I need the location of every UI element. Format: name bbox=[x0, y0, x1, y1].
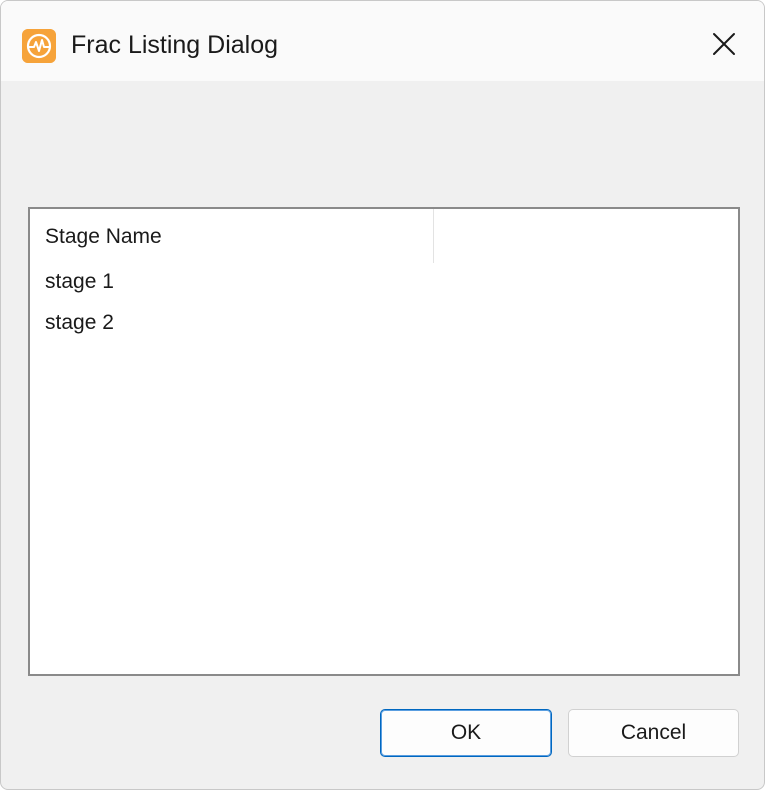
column-header-empty[interactable] bbox=[434, 209, 738, 263]
close-button[interactable] bbox=[695, 16, 753, 72]
list-item-label: stage 2 bbox=[45, 311, 114, 334]
dialog-title: Frac Listing Dialog bbox=[71, 31, 279, 59]
cancel-button[interactable]: Cancel bbox=[568, 709, 739, 757]
list-item[interactable]: stage 2 bbox=[30, 304, 738, 345]
list-item[interactable]: stage 1 bbox=[30, 263, 738, 304]
column-header-stage-name[interactable]: Stage Name bbox=[30, 209, 434, 263]
frac-listing-dialog: Frac Listing Dialog Stage Name stage 1 s… bbox=[0, 0, 765, 790]
title-bar[interactable]: Frac Listing Dialog bbox=[1, 1, 764, 81]
stage-list[interactable]: Stage Name stage 1 stage 2 bbox=[28, 207, 740, 676]
close-icon bbox=[713, 33, 735, 55]
app-logo-icon bbox=[22, 29, 56, 63]
list-item-label: stage 1 bbox=[45, 270, 114, 293]
ok-button[interactable]: OK bbox=[380, 709, 552, 757]
column-header-label: Stage Name bbox=[45, 225, 162, 248]
list-rows: stage 1 stage 2 bbox=[30, 263, 738, 345]
list-header: Stage Name bbox=[30, 209, 738, 263]
